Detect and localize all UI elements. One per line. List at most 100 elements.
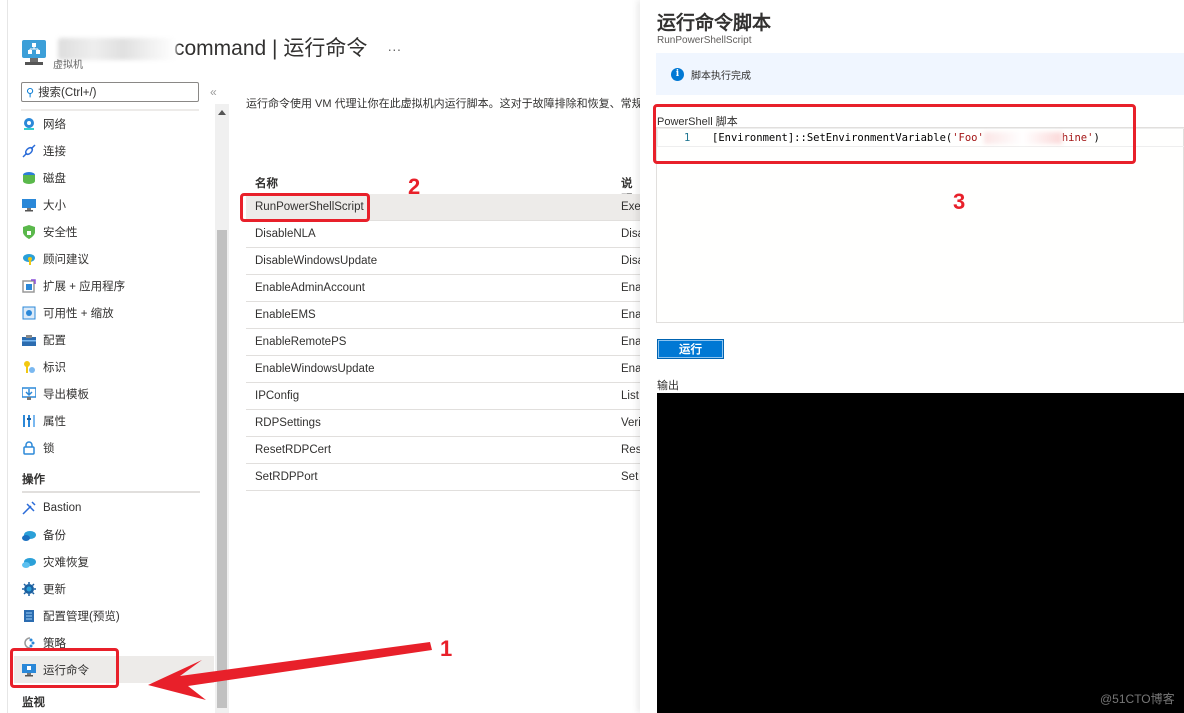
sidebar-item-bastion[interactable]: Bastion (14, 494, 214, 521)
sidebar-item-extensions[interactable]: 扩展 + 应用程序 (14, 272, 214, 299)
sidebar-item-availability[interactable]: 可用性 + 缩放 (14, 299, 214, 326)
divider (22, 491, 200, 493)
table-row[interactable]: RDPSettings Veri (246, 410, 640, 437)
scroll-up-arrow-icon[interactable] (218, 110, 226, 115)
table-row[interactable]: ResetRDPCert Rest (246, 437, 640, 464)
run-button[interactable]: 运行 (657, 339, 724, 359)
config-management-icon (22, 609, 36, 623)
command-name: EnableRemotePS (255, 336, 347, 348)
column-header-name[interactable]: 名称 (255, 175, 278, 191)
more-options-button[interactable]: ··· (387, 41, 401, 57)
search-icon: ⚲ (26, 86, 35, 99)
sidebar-item-label: 连接 (43, 145, 66, 158)
command-name: EnableWindowsUpdate (255, 363, 375, 375)
sidebar-item-properties[interactable]: 属性 (14, 407, 214, 434)
command-description: Set (621, 471, 639, 483)
resource-type-label: 虚拟机 (53, 60, 83, 71)
sidebar-item-label: 扩展 + 应用程序 (43, 280, 126, 293)
sidebar-item-label: 大小 (43, 199, 66, 212)
sidebar-item-security[interactable]: 安全性 (14, 218, 214, 245)
sidebar-item-locks[interactable]: 锁 (14, 434, 214, 461)
table-row[interactable]: DisableWindowsUpdate Disa (246, 248, 640, 275)
sidebar-item-label: Bastion (43, 501, 82, 514)
watermark: @51CTO博客 (1100, 692, 1175, 706)
command-description: Enal (621, 363, 640, 375)
annotation-box-script (653, 104, 1136, 164)
page-title-text: command | 运行命令 (174, 37, 368, 60)
connect-icon (22, 143, 36, 158)
sidebar-item-connect[interactable]: 连接 (14, 137, 214, 164)
sidebar-item-size[interactable]: 大小 (14, 191, 214, 218)
sidebar-item-advisor[interactable]: 顾问建议 (14, 245, 214, 272)
section-monitoring: 监视 (22, 697, 45, 709)
collapse-sidebar-button[interactable]: « (210, 85, 217, 99)
sidebar-item-configuration[interactable]: 配置 (14, 326, 214, 353)
portal-edge (0, 0, 8, 713)
sidebar-item-label: 配置 (43, 334, 66, 347)
sidebar-item-network[interactable]: 网络 (14, 110, 214, 137)
status-banner: i 脚本执行完成 (656, 53, 1184, 95)
network-icon (22, 117, 36, 131)
availability-icon (22, 306, 36, 320)
annotation-box-run-command (10, 648, 119, 688)
sidebar-item-label: 锁 (43, 442, 55, 455)
command-name: IPConfig (255, 390, 300, 402)
table-row[interactable]: EnableAdminAccount Enal (246, 275, 640, 302)
run-command-description: 运行命令使用 VM 代理让你在此虚拟机内运行脚本。这对于故障排除和恢复、常规 (246, 98, 640, 110)
annotation-number-1: 1 (440, 636, 453, 661)
output-label: 输出 (657, 380, 679, 392)
table-row[interactable]: DisableNLA Disa (246, 221, 640, 248)
output-console[interactable] (657, 393, 1184, 713)
properties-icon (22, 414, 36, 428)
table-row[interactable]: EnableWindowsUpdate Enal (246, 356, 640, 383)
sidebar-item-label: 可用性 + 缩放 (43, 307, 114, 320)
command-name: DisableWindowsUpdate (255, 255, 378, 267)
configuration-icon (22, 333, 36, 347)
status-message: 脚本执行完成 (691, 70, 751, 82)
sidebar-item-label: 备份 (43, 529, 66, 542)
command-name: SetRDPPort (255, 471, 318, 483)
sidebar-item-export-template[interactable]: 导出模板 (14, 380, 214, 407)
search-placeholder: 搜索(Ctrl+/) (38, 87, 97, 99)
table-row[interactable]: SetRDPPort Set (246, 464, 640, 491)
sidebar-item-identity[interactable]: 标识 (14, 353, 214, 380)
command-name: ResetRDPCert (255, 444, 332, 456)
info-icon: i (671, 67, 684, 81)
sidebar-item-label: 更新 (43, 583, 66, 596)
disaster-recovery-icon (22, 555, 36, 569)
command-description: Disa (621, 228, 640, 240)
command-description: List (621, 390, 639, 402)
command-description: Disa (621, 255, 640, 267)
sidebar-item-disaster-recovery[interactable]: 灾难恢复 (14, 548, 214, 575)
identity-icon (22, 360, 36, 374)
sidebar-item-label: 顾问建议 (43, 253, 89, 266)
panel-title: 运行命令脚本 (657, 13, 772, 34)
section-operations: 操作 (22, 474, 45, 486)
sidebar-item-disks[interactable]: 磁盘 (14, 164, 214, 191)
bastion-icon (22, 500, 36, 515)
backup-icon (22, 528, 36, 542)
page-title: command | 运行命令 ··· (58, 32, 401, 62)
sidebar-item-updates[interactable]: 更新 (14, 575, 214, 602)
table-row[interactable]: EnableRemotePS Enal (246, 329, 640, 356)
sidebar-item-label: 属性 (43, 415, 66, 428)
command-name: EnableEMS (255, 309, 316, 321)
sidebar-item-label: 网络 (43, 118, 66, 131)
table-row[interactable]: IPConfig List (246, 383, 640, 410)
annotation-number-2: 2 (408, 174, 421, 199)
table-row[interactable]: EnableEMS Enal (246, 302, 640, 329)
command-name: DisableNLA (255, 228, 316, 240)
sidebar-scrollbar[interactable] (215, 104, 229, 713)
annotation-box-runpowershellscript (240, 193, 370, 222)
command-description: Enal (621, 282, 640, 294)
advisor-icon (22, 252, 36, 266)
lock-icon (22, 440, 36, 455)
sidebar-item-config-management[interactable]: 配置管理(预览) (14, 602, 214, 629)
sidebar-item-label: 灾难恢复 (43, 556, 89, 569)
security-icon (22, 224, 36, 239)
command-name: EnableAdminAccount (255, 282, 365, 294)
command-name: RDPSettings (255, 417, 321, 429)
search-input[interactable]: ⚲ 搜索(Ctrl+/) (21, 82, 199, 102)
sidebar-item-backup[interactable]: 备份 (14, 521, 214, 548)
sidebar-item-label: 安全性 (43, 226, 78, 239)
